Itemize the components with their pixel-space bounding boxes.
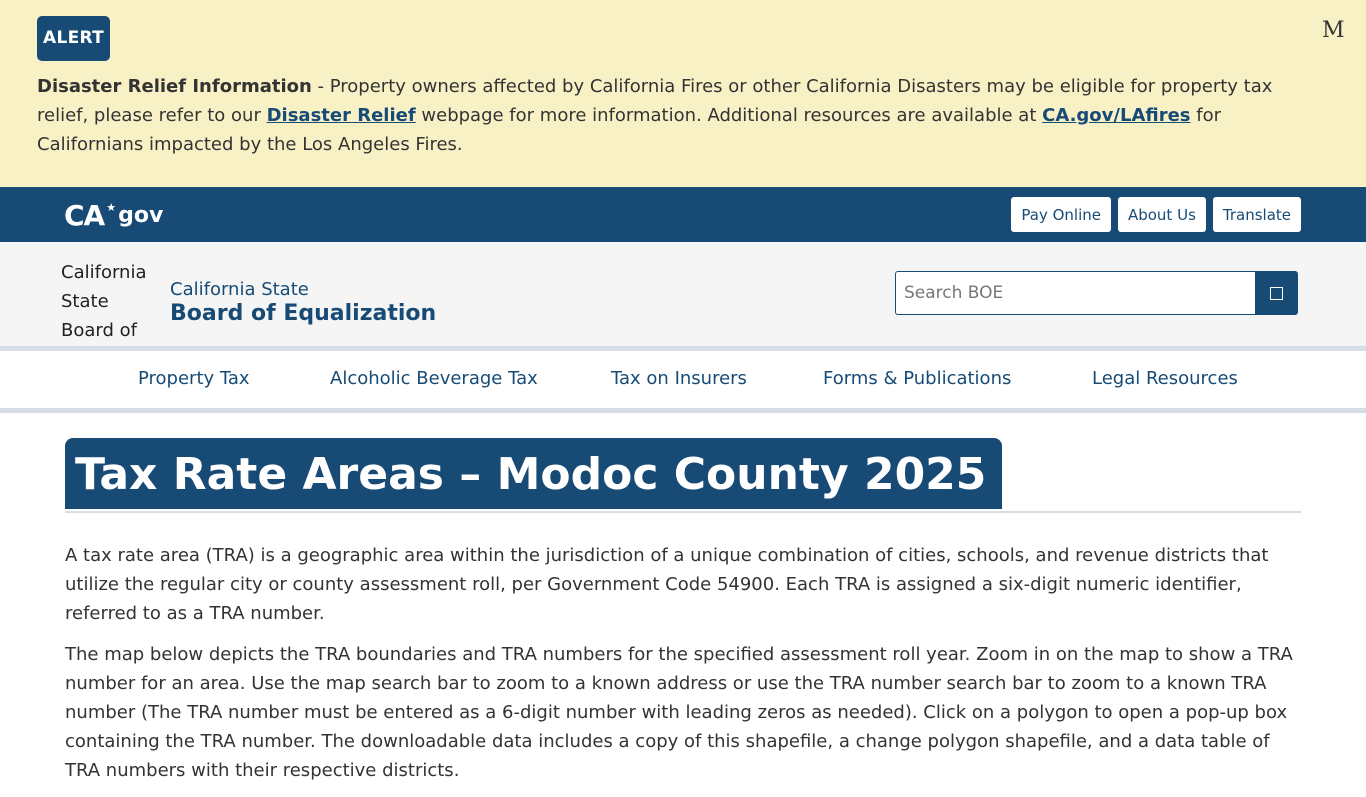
nav-property-tax[interactable]: Property Tax (138, 368, 250, 389)
site-name[interactable]: California State Board of Equalization (170, 279, 436, 327)
search-icon (1270, 286, 1284, 300)
nav-divider-bottom (0, 408, 1366, 413)
alert-banner: ALERT M Disaster Relief Information - Pr… (0, 0, 1366, 187)
alert-close-button[interactable]: M (1322, 18, 1345, 43)
alert-lead: Disaster Relief Information (37, 76, 312, 97)
ca-gov-logo-gov: gov (118, 202, 164, 228)
site-branding: California State Board of California Sta… (0, 242, 1366, 346)
utility-links: Pay Online About Us Translate (1011, 197, 1301, 232)
nav-legal-resources[interactable]: Legal Resources (1092, 368, 1238, 389)
site-search (895, 271, 1298, 315)
page-title: Tax Rate Areas – Modoc County 2025 (65, 438, 1003, 509)
nav-alcoholic-beverage-tax[interactable]: Alcoholic Beverage Tax (330, 368, 538, 389)
nav-tax-on-insurers[interactable]: Tax on Insurers (611, 368, 747, 389)
about-us-button[interactable]: About Us (1117, 197, 1206, 232)
nav-forms-publications[interactable]: Forms & Publications (823, 368, 1011, 389)
map-paragraph: The map below depicts the TRA boundaries… (65, 644, 1293, 781)
ca-gov-logo[interactable]: CA ★ gov (64, 198, 164, 232)
search-button[interactable] (1255, 271, 1298, 315)
ca-gov-logo-ca: CA (64, 198, 105, 232)
alert-text-2: webpage for more information. Additional… (415, 105, 1043, 126)
translate-button[interactable]: Translate (1212, 197, 1301, 232)
utility-header: CA ★ gov Pay Online About Us Translate (0, 187, 1366, 242)
alert-badge: ALERT (37, 16, 110, 61)
pay-online-button[interactable]: Pay Online (1011, 197, 1111, 232)
main-navigation: Property Tax Alcoholic Beverage Tax Tax … (0, 351, 1366, 408)
disaster-relief-link[interactable]: Disaster Relief (267, 105, 416, 126)
star-icon: ★ (106, 200, 117, 214)
alert-message: Disaster Relief Information - Property o… (37, 72, 1317, 159)
boe-logo-image[interactable]: California State Board of (61, 258, 161, 342)
ca-gov-lafires-link[interactable]: CA.gov/LAfires (1042, 105, 1190, 126)
site-name-line2: Board of Equalization (170, 301, 437, 326)
search-input[interactable] (895, 271, 1256, 315)
page-title-wrap: Tax Rate Areas – Modoc County 2025 (65, 438, 1301, 513)
main-content: A tax rate area (TRA) is a geographic ar… (65, 541, 1301, 797)
site-name-line1: California State (170, 279, 309, 300)
intro-paragraph: A tax rate area (TRA) is a geographic ar… (65, 545, 1269, 624)
